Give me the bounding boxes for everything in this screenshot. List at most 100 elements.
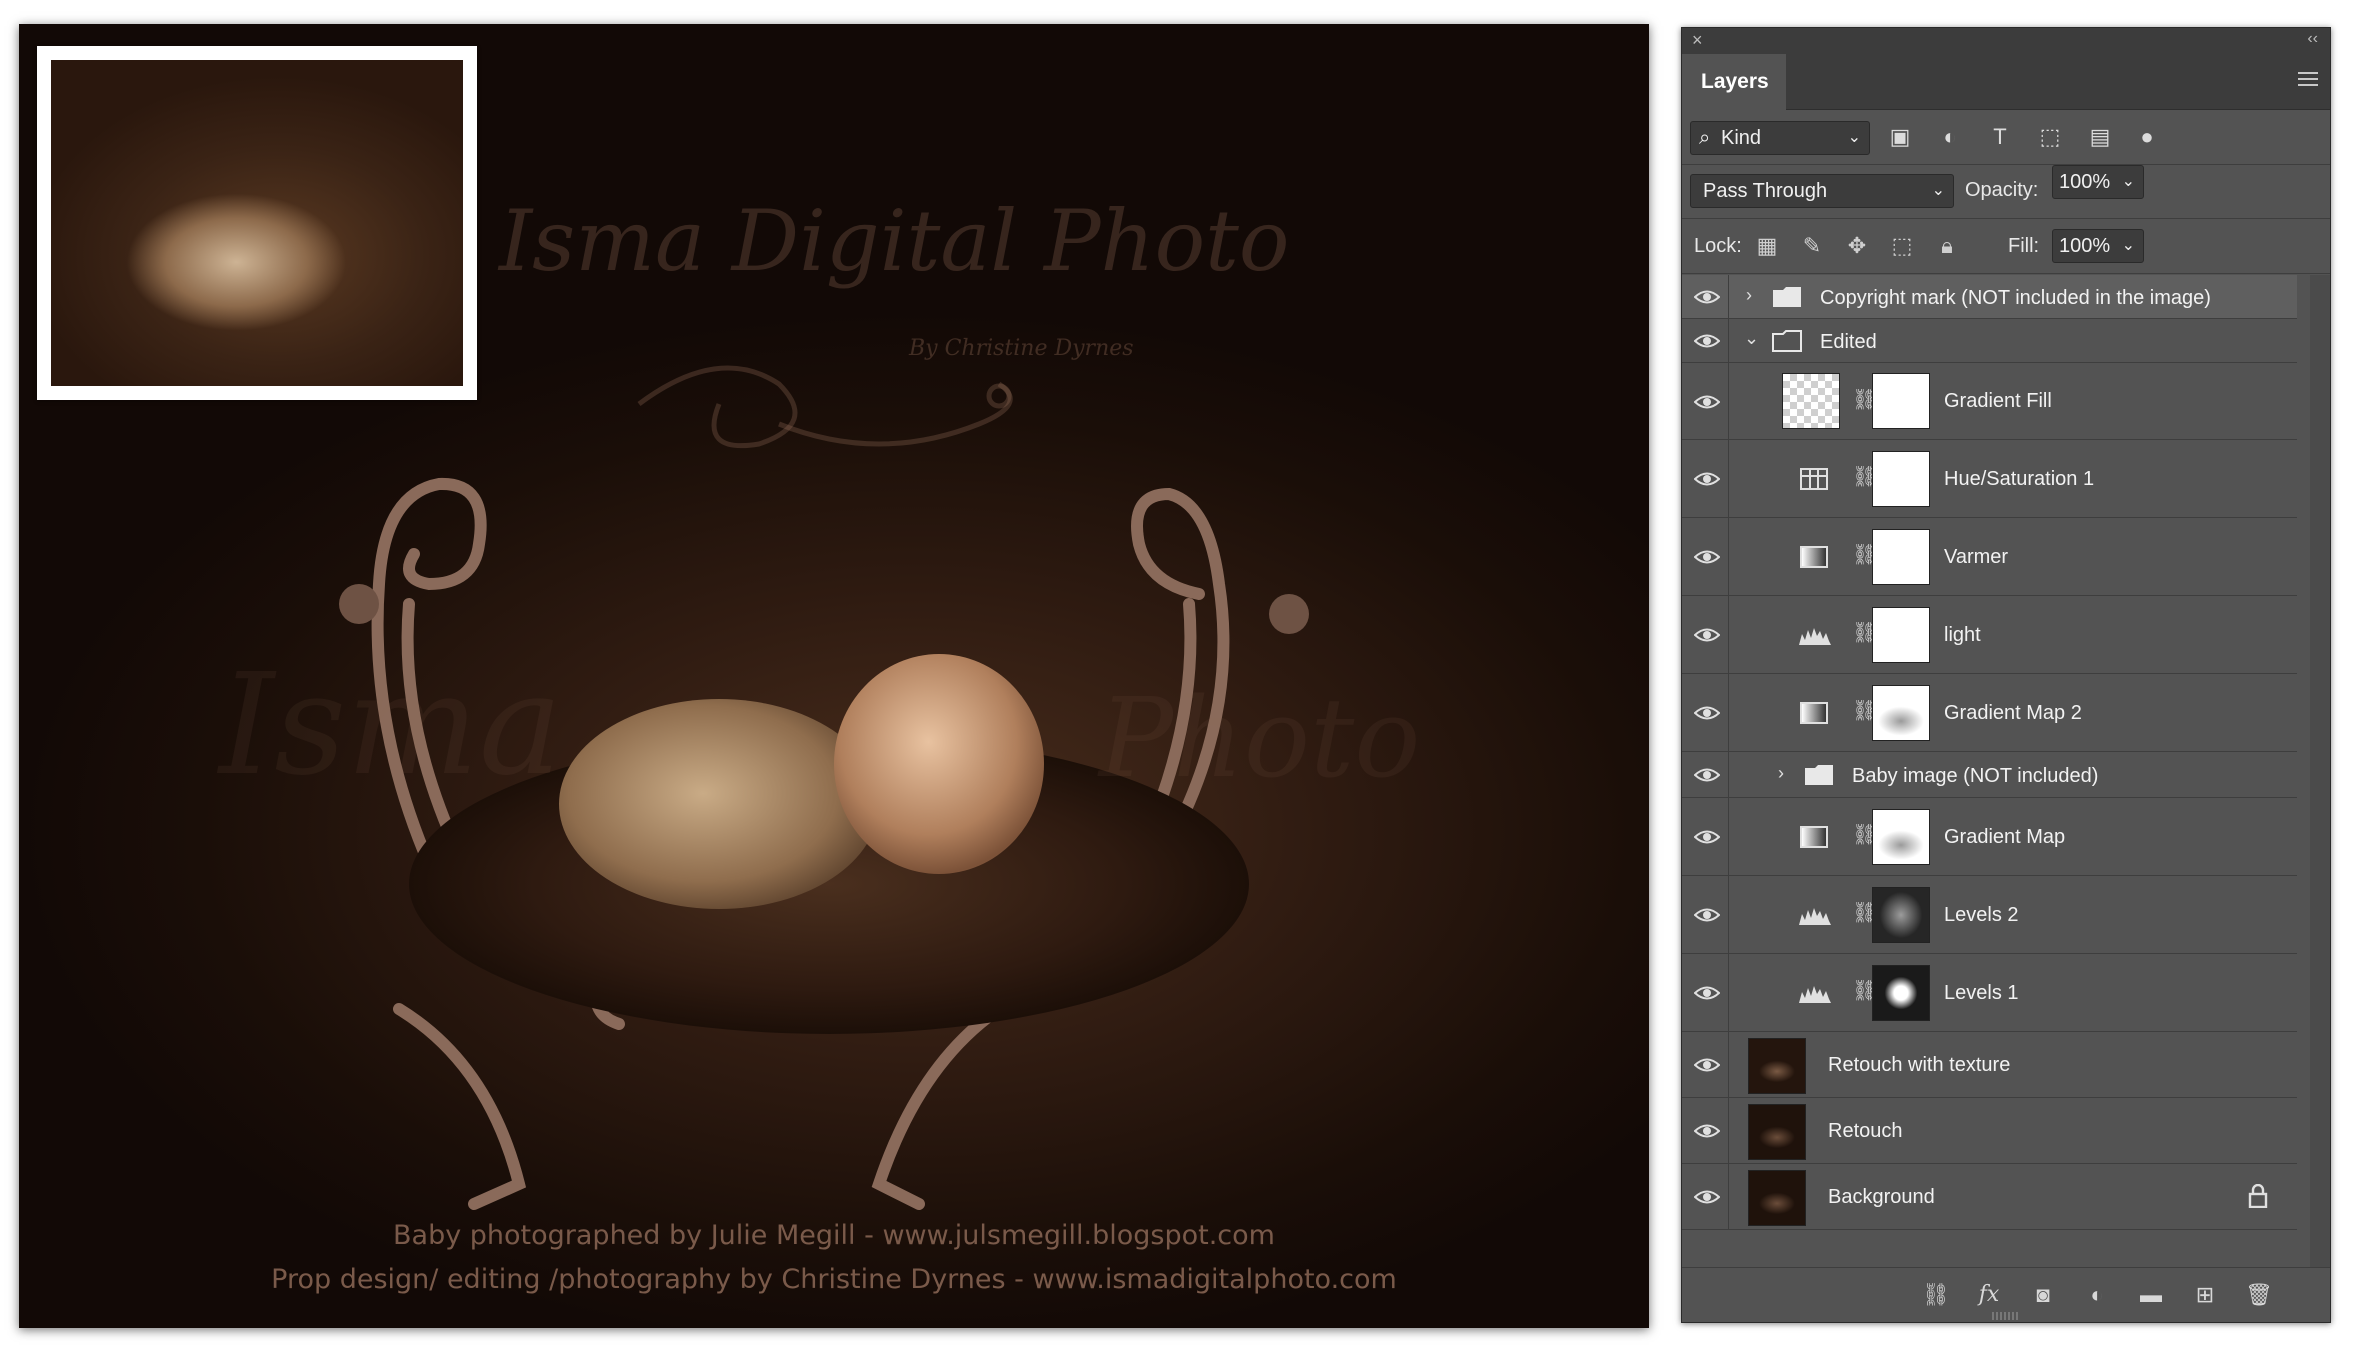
eye-icon[interactable] xyxy=(1694,470,1720,488)
eye-icon[interactable] xyxy=(1694,288,1720,306)
levels-icon xyxy=(1799,908,1831,925)
new-group-icon[interactable]: ▬ xyxy=(2137,1282,2165,1308)
type-filter-icon[interactable]: T xyxy=(1987,124,2013,150)
layer-name: Retouch with texture xyxy=(1828,1054,2011,1076)
layer-row[interactable]: ⌄ Edited xyxy=(1682,319,2297,363)
filter-toggle-icon[interactable]: ● xyxy=(2134,124,2160,150)
filter-row: ⌕ Kind ⌄ ▣ ◐ T ⬚ ▤ ● xyxy=(1682,110,2330,165)
layer-row[interactable]: ⛓ Gradient Map 2 xyxy=(1682,674,2297,752)
layer-mask-thumbnail xyxy=(1872,809,1930,865)
document-canvas[interactable]: Isma Digital Photo By Christine Dyrnes I… xyxy=(19,24,1649,1328)
panel-menu-icon[interactable] xyxy=(2298,72,2318,86)
link-icon[interactable]: ⛓ xyxy=(1852,542,1877,568)
lock-all-icon[interactable]: 🔒︎ xyxy=(1934,233,1960,259)
visibility-column xyxy=(1682,1164,1729,1229)
opacity-field[interactable]: 100% ⌄ xyxy=(2052,165,2144,199)
visibility-column xyxy=(1682,319,1729,362)
fx-icon[interactable]: fx xyxy=(1975,1282,2003,1308)
lock-image-icon[interactable]: ✎ xyxy=(1799,233,1825,259)
baby-head xyxy=(834,654,1044,874)
gradient-map-icon xyxy=(1800,826,1828,848)
reference-thumbnail-image xyxy=(51,60,463,386)
eye-icon[interactable] xyxy=(1694,332,1720,350)
resize-grip[interactable] xyxy=(1992,1312,2020,1320)
shape-filter-icon[interactable]: ⬚ xyxy=(2037,124,2063,150)
lock-transparent-icon[interactable]: ▦ xyxy=(1754,233,1780,259)
fill-field[interactable]: 100% ⌄ xyxy=(2052,229,2144,263)
eye-icon[interactable] xyxy=(1694,1122,1720,1140)
smart-object-filter-icon[interactable]: ▤ xyxy=(2087,124,2113,150)
new-adjustment-icon[interactable]: ◐ xyxy=(2083,1282,2111,1308)
panel-tabbar: Layers xyxy=(1682,54,2330,110)
layer-name: Gradient Map xyxy=(1944,826,2066,848)
layer-row[interactable]: ⛓ Levels 1 xyxy=(1682,954,2297,1032)
chevron-down-icon: ⌄ xyxy=(2121,173,2135,190)
watermark-title: Isma Digital Photo xyxy=(499,192,1290,290)
blend-mode-value: Pass Through xyxy=(1703,180,1828,202)
layer-name: Baby image (NOT included) xyxy=(1852,765,2099,787)
link-icon[interactable]: ⛓ xyxy=(1852,620,1877,646)
folder-icon xyxy=(1773,287,1801,307)
eye-icon[interactable] xyxy=(1694,984,1720,1002)
visibility-column xyxy=(1682,275,1729,318)
close-panel-icon[interactable]: × xyxy=(1692,30,1703,51)
eye-icon[interactable] xyxy=(1694,626,1720,644)
chevron-right-icon[interactable]: › xyxy=(1746,285,1752,306)
baby-wrap xyxy=(559,699,879,909)
link-icon[interactable]: ⛓ xyxy=(1852,698,1877,724)
adjustment-filter-icon[interactable]: ◐ xyxy=(1937,124,1963,150)
image-filter-icon[interactable]: ▣ xyxy=(1887,124,1913,150)
add-mask-icon[interactable]: ◙ xyxy=(2029,1282,2057,1308)
layer-name: Copyright mark (NOT included in the imag… xyxy=(1820,287,2211,309)
collapse-panel-icon[interactable]: ‹‹ xyxy=(2307,30,2318,48)
link-icon[interactable]: ⛓ xyxy=(1852,822,1877,848)
link-icon[interactable]: ⛓ xyxy=(1852,978,1877,1004)
layers-scrollbar[interactable] xyxy=(2310,275,2330,1269)
layer-name: Hue/Saturation 1 xyxy=(1944,468,2095,490)
levels-icon xyxy=(1799,986,1831,1003)
layer-row[interactable]: ⛓ light xyxy=(1682,596,2297,674)
delete-layer-icon[interactable]: 🗑︎ xyxy=(2245,1282,2273,1308)
layer-thumbnail xyxy=(1748,1104,1806,1160)
blend-mode-select[interactable]: Pass Through ⌄ xyxy=(1690,174,1954,208)
layer-row[interactable]: ⛓ Gradient Fill xyxy=(1682,363,2297,440)
eye-icon[interactable] xyxy=(1694,766,1720,784)
link-layers-icon[interactable]: ⛓ xyxy=(1922,1282,1950,1308)
link-icon[interactable]: ⛓ xyxy=(1852,900,1877,926)
eye-icon[interactable] xyxy=(1694,548,1720,566)
chevron-down-icon[interactable]: ⌄ xyxy=(1744,328,1759,349)
layers-list: › Copyright mark (NOT included in the im… xyxy=(1682,275,2297,1230)
layer-thumbnail xyxy=(1748,1038,1806,1094)
layer-row[interactable]: ⛓ Varmer xyxy=(1682,518,2297,596)
lock-position-icon[interactable]: ✥ xyxy=(1844,233,1870,259)
visibility-column xyxy=(1682,1098,1729,1163)
eye-icon[interactable] xyxy=(1694,1188,1720,1206)
tab-layers[interactable]: Layers xyxy=(1682,54,1786,110)
filter-kind-select[interactable]: ⌕ Kind ⌄ xyxy=(1690,121,1870,155)
eye-icon[interactable] xyxy=(1694,906,1720,924)
folder-open-icon xyxy=(1772,330,1802,352)
layer-row[interactable]: › Baby image (NOT included) xyxy=(1682,752,2297,798)
layer-row[interactable]: ⛓ Gradient Map xyxy=(1682,798,2297,876)
visibility-column xyxy=(1682,518,1729,595)
new-layer-icon[interactable]: ⊞ xyxy=(2191,1282,2219,1308)
layer-row[interactable]: › Copyright mark (NOT included in the im… xyxy=(1682,275,2297,319)
layer-row[interactable]: ⛓ Levels 2 xyxy=(1682,876,2297,954)
watermark-repeat-right: Photo xyxy=(1099,674,1421,802)
eye-icon[interactable] xyxy=(1694,828,1720,846)
watermark-subtitle: By Christine Dyrnes xyxy=(909,336,1134,361)
layer-name: light xyxy=(1944,624,1981,646)
lock-artboard-icon[interactable]: ⬚ xyxy=(1889,233,1915,259)
chevron-right-icon[interactable]: › xyxy=(1778,763,1784,784)
layer-row[interactable]: ⛓ Hue/Saturation 1 xyxy=(1682,440,2297,518)
visibility-column xyxy=(1682,876,1729,953)
link-icon[interactable]: ⛓ xyxy=(1852,387,1877,413)
layer-row[interactable]: Retouch xyxy=(1682,1098,2297,1164)
eye-icon[interactable] xyxy=(1694,1056,1720,1074)
link-icon[interactable]: ⛓ xyxy=(1852,464,1877,490)
panel-titlebar: × ‹‹ xyxy=(1682,28,2330,54)
layer-row[interactable]: Retouch with texture xyxy=(1682,1032,2297,1098)
eye-icon[interactable] xyxy=(1694,393,1720,411)
layer-row[interactable]: Background xyxy=(1682,1164,2297,1230)
eye-icon[interactable] xyxy=(1694,704,1720,722)
